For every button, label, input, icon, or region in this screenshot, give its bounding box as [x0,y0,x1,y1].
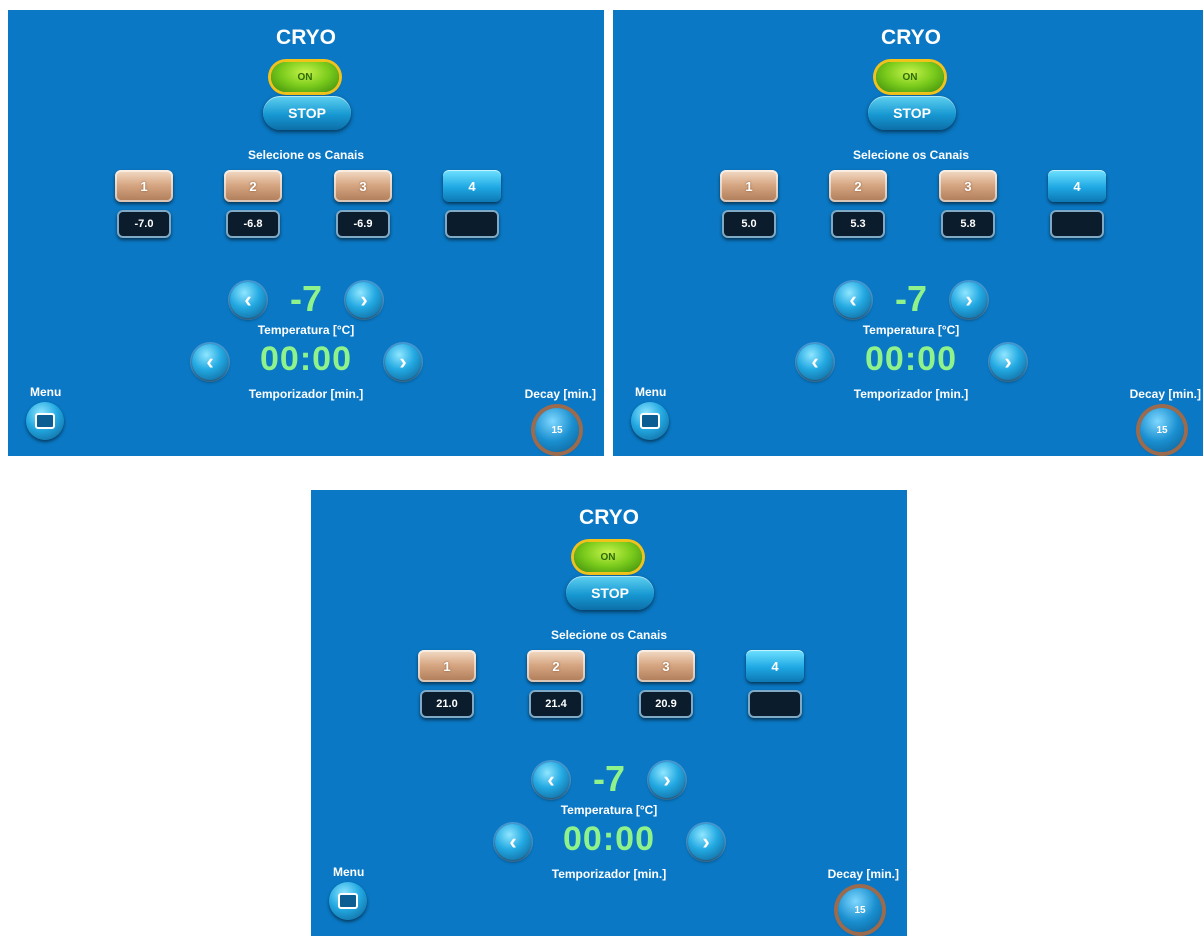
on-toggle-button[interactable]: ON [271,62,339,92]
timer-label: Temporizador [min.] [853,387,969,401]
channel-3-button[interactable]: 3 [334,170,392,202]
timer-label: Temporizador [min.] [551,867,667,881]
timer-increase-button[interactable]: › [385,344,421,380]
cryo-panel-1: CRYO ON STOP Selecione os Canais 1 2 3 4… [8,10,604,456]
temperature-value: -7 [592,758,625,799]
menu-label: Menu [635,385,667,399]
select-channels-label: Selecione os Canais [852,148,970,162]
channel-4-button[interactable]: 4 [443,170,501,202]
channel-4-temperature [1050,210,1104,238]
menu-label: Menu [333,865,365,879]
channel-3-temperature: -6.9 [336,210,390,238]
chevron-right-icon: › [702,829,710,854]
channel-1-button[interactable]: 1 [418,650,476,682]
channel-1-button[interactable]: 1 [115,170,173,202]
temperature-value: -7 [894,278,927,319]
channel-4-temperature [445,210,499,238]
channel-2-button[interactable]: 2 [224,170,282,202]
panel-title: CRYO [579,506,639,529]
stop-button[interactable]: STOP [566,576,654,610]
channel-2-temperature: 5.3 [831,210,885,238]
decay-button[interactable]: 15 [1140,408,1184,452]
timer-value: 00:00 [563,820,655,858]
panel-title: CRYO [276,26,336,49]
on-toggle-button[interactable]: ON [876,62,944,92]
channel-1-temperature: 5.0 [722,210,776,238]
channel-1-button[interactable]: 1 [720,170,778,202]
temperature-increase-button[interactable]: › [346,282,382,318]
select-channels-label: Selecione os Canais [550,628,668,642]
panel-title: CRYO [881,26,941,49]
decay-label: Decay [min.] [524,387,596,401]
chevron-right-icon: › [965,287,973,312]
chevron-right-icon: › [399,349,407,374]
timer-value: 00:00 [260,340,352,378]
stop-button[interactable]: STOP [868,96,956,130]
temperature-label: Temperatura [°C] [560,803,658,817]
menu-button[interactable] [26,402,64,440]
on-toggle-button[interactable]: ON [574,542,642,572]
temperature-increase-button[interactable]: › [649,762,685,798]
timer-label: Temporizador [min.] [248,387,364,401]
decay-button[interactable]: 15 [535,408,579,452]
channel-1-temperature: -7.0 [117,210,171,238]
chevron-right-icon: › [663,767,671,792]
channel-2-temperature: 21.4 [529,690,583,718]
channel-3-button[interactable]: 3 [637,650,695,682]
chevron-right-icon: › [1004,349,1012,374]
menu-button[interactable] [631,402,669,440]
channel-4-temperature [748,690,802,718]
chevron-right-icon: › [360,287,368,312]
menu-label: Menu [30,385,62,399]
screen-icon [35,413,55,429]
channel-2-temperature: -6.8 [226,210,280,238]
channel-2-button[interactable]: 2 [527,650,585,682]
channel-4-button[interactable]: 4 [1048,170,1106,202]
channel-3-temperature: 5.8 [941,210,995,238]
timer-value: 00:00 [865,340,957,378]
channel-2-button[interactable]: 2 [829,170,887,202]
select-channels-label: Selecione os Canais [247,148,365,162]
screen-icon [338,893,358,909]
cryo-panel-3: CRYO ON STOP Selecione os Canais 1 2 3 4… [311,490,907,936]
decay-label: Decay [min.] [827,867,899,881]
temperature-label: Temperatura [°C] [862,323,960,337]
temperature-label: Temperatura [°C] [257,323,355,337]
menu-button[interactable] [329,882,367,920]
decay-label: Decay [min.] [1129,387,1201,401]
decay-button[interactable]: 15 [838,888,882,932]
channel-4-button[interactable]: 4 [746,650,804,682]
channel-3-button[interactable]: 3 [939,170,997,202]
timer-increase-button[interactable]: › [990,344,1026,380]
temperature-increase-button[interactable]: › [951,282,987,318]
timer-increase-button[interactable]: › [688,824,724,860]
temperature-value: -7 [289,278,322,319]
cryo-panel-2: CRYO ON STOP Selecione os Canais 1 2 3 4… [613,10,1203,456]
stop-button[interactable]: STOP [263,96,351,130]
channel-3-temperature: 20.9 [639,690,693,718]
channel-1-temperature: 21.0 [420,690,474,718]
screen-icon [640,413,660,429]
